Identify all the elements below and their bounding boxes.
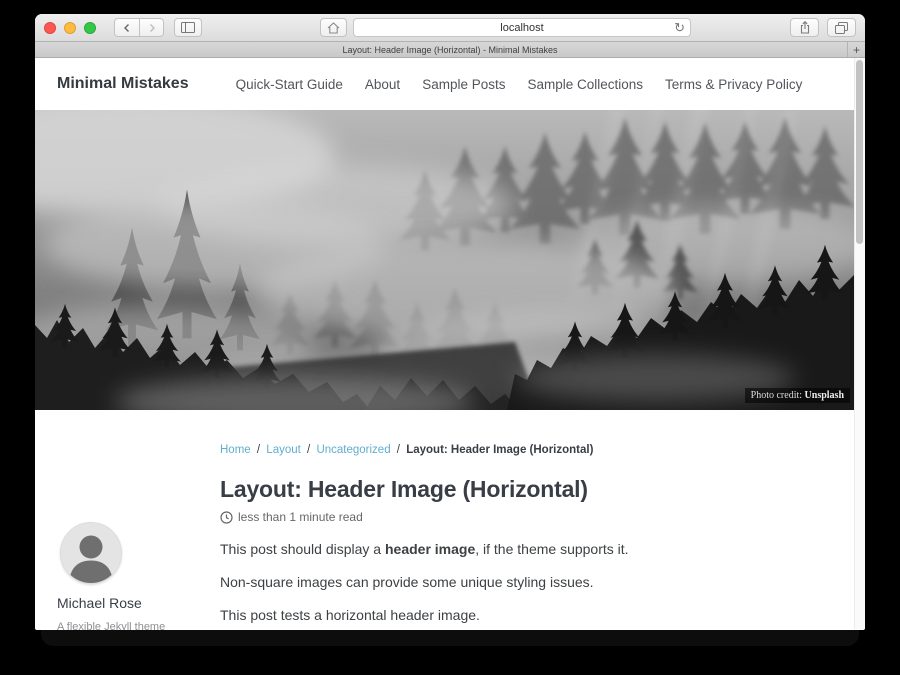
- show-all-tabs-button[interactable]: [827, 18, 856, 37]
- post-meta: less than 1 minute read: [220, 510, 828, 524]
- tab-bar: Layout: Header Image (Horizontal) - Mini…: [35, 42, 865, 58]
- nav-item-about[interactable]: About: [365, 77, 400, 92]
- photo-credit-prefix: Photo credit:: [751, 390, 805, 401]
- breadcrumb-separator: /: [307, 444, 310, 456]
- author-profile: Michael Rose A flexible Jekyll theme for…: [57, 522, 195, 630]
- photo-credit-source-link[interactable]: Unsplash: [805, 390, 844, 401]
- back-button[interactable]: [114, 18, 139, 37]
- nav-item-sample-collections[interactable]: Sample Collections: [527, 77, 643, 92]
- zoom-window-button[interactable]: [84, 22, 96, 34]
- breadcrumb-separator: /: [257, 444, 260, 456]
- paragraph-1: This post should display a header image,…: [220, 541, 828, 557]
- nav-item-sample-posts[interactable]: Sample Posts: [422, 77, 505, 92]
- person-silhouette-icon: [61, 523, 121, 583]
- author-bio: A flexible Jekyll theme for your blog or…: [57, 619, 169, 630]
- avatar: [60, 522, 122, 584]
- site-nav: Quick-Start Guide About Sample Posts Sam…: [236, 77, 803, 92]
- page-body: Home / Layout / Uncategorized / Layout: …: [35, 444, 854, 630]
- share-button[interactable]: [790, 18, 819, 37]
- share-icon: [799, 21, 811, 34]
- chevron-right-icon: [147, 23, 157, 33]
- minimize-window-button[interactable]: [64, 22, 76, 34]
- home-icon: [327, 22, 340, 34]
- home-button[interactable]: [320, 18, 347, 37]
- paragraph-2: Non-square images can provide some uniqu…: [220, 574, 828, 590]
- browser-window: localhost ↻ Layout: Header Image (Horizo…: [35, 14, 865, 630]
- nav-item-quick-start-guide[interactable]: Quick-Start Guide: [236, 77, 343, 92]
- active-tab[interactable]: Layout: Header Image (Horizontal) - Mini…: [342, 45, 557, 55]
- sidebar-toggle-button[interactable]: [174, 18, 202, 37]
- history-nav-group: [114, 18, 164, 37]
- foggy-forest-illustration: [35, 110, 854, 410]
- photo-credit: Photo credit: Unsplash: [745, 388, 850, 403]
- address-bar-url: localhost: [500, 22, 543, 34]
- read-time: less than 1 minute read: [238, 510, 363, 524]
- breadcrumb-separator: /: [397, 444, 400, 456]
- browser-toolbar: localhost ↻: [35, 14, 865, 42]
- page-title: Layout: Header Image (Horizontal): [220, 476, 828, 503]
- breadcrumb-current: Layout: Header Image (Horizontal): [406, 444, 593, 456]
- sidebar-icon: [181, 22, 195, 33]
- breadcrumb-link-uncategorized[interactable]: Uncategorized: [316, 444, 390, 456]
- breadcrumb: Home / Layout / Uncategorized / Layout: …: [220, 444, 854, 456]
- clock-icon: [220, 511, 233, 524]
- address-bar[interactable]: localhost ↻: [353, 18, 691, 37]
- site-title-link[interactable]: Minimal Mistakes: [57, 75, 189, 93]
- viewport: Minimal Mistakes Quick-Start Guide About…: [35, 58, 865, 629]
- scrollbar-track[interactable]: [854, 58, 865, 629]
- paragraph-1-text: This post should display a: [220, 541, 385, 557]
- paragraph-1-bold: header image: [385, 541, 475, 557]
- new-tab-button[interactable]: +: [847, 42, 865, 57]
- nav-item-terms-privacy[interactable]: Terms & Privacy Policy: [665, 77, 802, 92]
- tabs-overview-icon: [835, 22, 848, 34]
- paragraph-1-tail: , if the theme supports it.: [475, 541, 628, 557]
- close-window-button[interactable]: [44, 22, 56, 34]
- author-name: Michael Rose: [57, 595, 195, 611]
- breadcrumb-link-layout[interactable]: Layout: [266, 444, 301, 456]
- scrollbar-thumb[interactable]: [856, 60, 863, 244]
- article: Layout: Header Image (Horizontal) less t…: [220, 476, 828, 623]
- forward-button[interactable]: [139, 18, 164, 37]
- chevron-left-icon: [122, 23, 132, 33]
- site-masthead: Minimal Mistakes Quick-Start Guide About…: [35, 58, 854, 110]
- header-image: Photo credit: Unsplash: [35, 110, 854, 410]
- traffic-lights: [44, 22, 96, 34]
- refresh-icon[interactable]: ↻: [674, 20, 685, 36]
- paragraph-3: This post tests a horizontal header imag…: [220, 607, 828, 623]
- breadcrumb-link-home[interactable]: Home: [220, 444, 251, 456]
